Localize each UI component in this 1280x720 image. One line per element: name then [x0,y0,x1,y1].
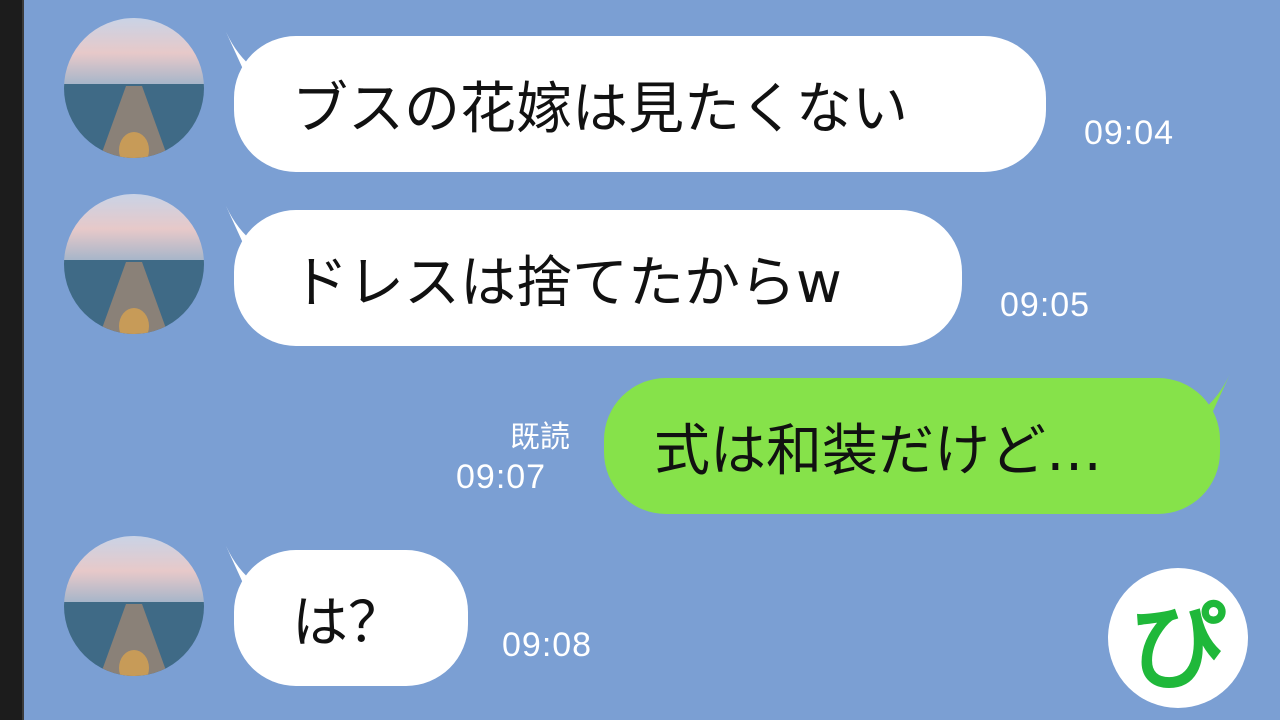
device-frame-edge [0,0,24,720]
message-text: ブスの花嫁は見たくない [292,76,908,142]
read-receipt: 既読 [510,420,570,455]
contact-avatar[interactable] [64,194,204,334]
message-text: 式は和装だけど… [654,418,1102,484]
channel-logo: ぴ [1108,568,1248,708]
received-message-bubble[interactable]: ブスの花嫁は見たくない [234,36,1046,172]
message-text: は？ [292,590,404,656]
contact-avatar[interactable] [64,18,204,158]
message-timestamp: 09:04 [1084,114,1175,152]
bubble-tail [1186,374,1230,422]
received-message-bubble[interactable]: は？ [234,550,468,686]
pier-photo-icon [64,536,204,676]
sent-message-bubble[interactable]: 式は和装だけど… [604,378,1220,514]
contact-avatar[interactable] [64,536,204,676]
pier-photo-icon [64,194,204,334]
logo-text: ぴ [1130,590,1226,703]
message-timestamp: 09:05 [1000,286,1091,324]
message-timestamp: 09:07 [456,458,547,496]
message-timestamp: 09:08 [502,626,593,664]
received-message-bubble[interactable]: ドレスは捨てたからw [234,210,962,346]
pier-photo-icon [64,18,204,158]
message-text: ドレスは捨てたからw [292,250,842,316]
